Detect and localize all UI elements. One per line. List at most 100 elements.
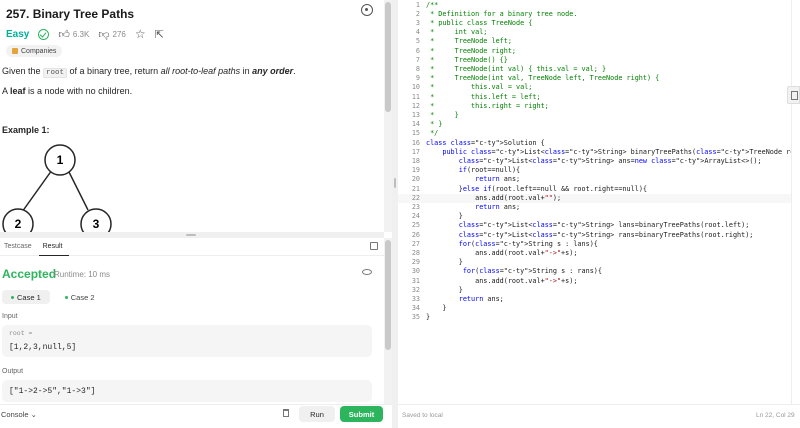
code-line[interactable]: 31 ans.add(root.val+"->"+s);	[398, 277, 791, 286]
scrollbar-thumb[interactable]	[385, 240, 391, 350]
line-text: public class="c-ty">List<class="c-ty">St…	[442, 147, 791, 156]
line-text: class="c-ty">List<class="c-ty">String> l…	[458, 221, 750, 230]
line-number: 32	[411, 285, 420, 294]
tab-result[interactable]: Result	[38, 238, 70, 256]
line-number: 8	[415, 64, 420, 73]
expand-icon[interactable]	[370, 242, 378, 250]
file-icon[interactable]	[787, 86, 800, 104]
line-text: * TreeNode(int val) { this.val = val; }	[426, 64, 607, 73]
result-status: Accepted	[2, 267, 57, 281]
code-line[interactable]: 10 * this.val = val;	[398, 83, 791, 92]
code-line[interactable]: 5 * TreeNode left;	[398, 37, 791, 46]
pass-dot-icon	[11, 295, 14, 299]
code-line[interactable]: 13 * }	[398, 111, 791, 120]
results-scrollbar[interactable]	[384, 238, 392, 404]
line-number: 27	[411, 239, 420, 248]
code-line[interactable]: 7 * TreeNode() {}	[398, 56, 791, 65]
line-text: }	[426, 212, 463, 221]
statement-text: in	[240, 66, 253, 76]
run-button[interactable]: Run	[299, 406, 335, 422]
console-toggle[interactable]: Console ⌄	[1, 410, 37, 419]
code-line[interactable]: 33 return ans;	[398, 295, 791, 304]
line-number: 28	[411, 248, 420, 257]
code-line[interactable]: 17 public class="c-ty">List<class="c-ty"…	[398, 148, 791, 157]
code-line[interactable]: 26 class="c-ty">List<class="c-ty">String…	[398, 231, 791, 240]
code-line[interactable]: 4 * int val;	[398, 28, 791, 37]
splitter-grip[interactable]	[394, 178, 396, 188]
code-line[interactable]: 1 /**	[398, 1, 791, 10]
eye-icon[interactable]	[362, 269, 372, 275]
code-line[interactable]: 15 */	[398, 129, 791, 138]
description-panel: 257. Binary Tree Paths Easy 👍︎ 6.3K 👎︎ 2…	[0, 0, 384, 232]
editor-scrollbar[interactable]	[791, 0, 800, 404]
code-line[interactable]: 12 * this.right = right;	[398, 102, 791, 111]
code-line[interactable]: 22 ans.add(root.val+"");	[398, 193, 791, 203]
tab-testcase[interactable]: Testcase	[0, 238, 39, 256]
code-line[interactable]: 28 ans.add(root.val+"->"+s);	[398, 249, 791, 258]
line-number: 19	[411, 166, 420, 175]
code-line[interactable]: 8 * TreeNode(int val) { this.val = val; …	[398, 65, 791, 74]
share-icon[interactable]: ⇱	[155, 28, 164, 41]
code-line[interactable]: 9 * TreeNode(int val, TreeNode left, Tre…	[398, 74, 791, 83]
code-line[interactable]: 11 * this.left = left;	[398, 93, 791, 102]
line-number: 9	[415, 74, 420, 83]
line-number: 33	[411, 294, 420, 303]
trash-icon[interactable]	[283, 409, 289, 417]
left-panel: 257. Binary Tree Paths Easy 👍︎ 6.3K 👎︎ 2…	[0, 0, 392, 428]
like-count: 6.3K	[72, 29, 90, 39]
code-line[interactable]: 34 }	[398, 304, 791, 313]
case-tab-1[interactable]: Case 1	[2, 290, 50, 304]
line-text: }	[426, 258, 463, 267]
code-line[interactable]: 16 class class="c-ty">Solution {	[398, 139, 791, 148]
problem-statement: Given the root of a binary tree, return …	[2, 66, 296, 78]
code-line[interactable]: 29 }	[398, 258, 791, 267]
difficulty-badge: Easy	[6, 28, 30, 40]
case-tab-2[interactable]: Case 2	[56, 290, 104, 304]
line-text: /**	[426, 0, 439, 9]
dislike-count: 276	[112, 29, 126, 39]
code-line[interactable]: 35}	[398, 313, 791, 322]
tree-edge	[21, 169, 53, 213]
inline-code: root	[43, 68, 68, 78]
line-text: * TreeNode right;	[426, 46, 517, 55]
code-line[interactable]: 20 return ans;	[398, 175, 791, 184]
thumbs-down-icon: 👎︎	[98, 28, 110, 41]
line-number: 2	[415, 9, 420, 18]
line-number: 13	[411, 110, 420, 119]
like-button[interactable]: 👍︎ 6.3K	[58, 28, 89, 41]
output-box: ["1->2->5","1->3"]	[2, 380, 372, 402]
check-circle-icon	[38, 28, 50, 40]
code-line[interactable]: 30 for(class="c-ty">String s : rans){	[398, 267, 791, 276]
splitter-grip[interactable]	[186, 234, 196, 236]
line-number: 25	[411, 221, 420, 230]
code-editor[interactable]: 1 /** 2 * Definition for a binary tree nod…	[398, 0, 791, 404]
line-number: 24	[411, 212, 420, 221]
line-number: 1	[415, 0, 420, 9]
submit-button[interactable]: Submit	[340, 406, 383, 422]
code-line[interactable]: 6 * TreeNode right;	[398, 47, 791, 56]
scrollbar-thumb[interactable]	[385, 2, 391, 112]
input-value: [1,2,3,null,5]	[9, 343, 77, 352]
code-line[interactable]: 3 * public class TreeNode {	[398, 19, 791, 28]
companies-button[interactable]: Companies	[6, 45, 63, 57]
line-number: 21	[411, 184, 420, 193]
line-number: 7	[415, 55, 420, 64]
code-line[interactable]: 32 }	[398, 286, 791, 295]
code-line[interactable]: 19 if(root==null){	[398, 166, 791, 175]
code-line[interactable]: 23 return ans;	[398, 203, 791, 212]
code-line[interactable]: 18 class="c-ty">List<class="c-ty">String…	[398, 157, 791, 166]
gear-icon[interactable]	[361, 4, 373, 16]
code-line[interactable]: 2 * Definition for a binary tree node.	[398, 10, 791, 19]
code-line[interactable]: 21 }else if(root.left==null && root.righ…	[398, 185, 791, 194]
code-line[interactable]: 25 class="c-ty">List<class="c-ty">String…	[398, 221, 791, 230]
description-scrollbar[interactable]	[384, 0, 392, 232]
line-number: 26	[411, 230, 420, 239]
code-line[interactable]: 14 * }	[398, 120, 791, 129]
code-line[interactable]: 27 for(class="c-ty">String s : lans){	[398, 240, 791, 249]
dislike-button[interactable]: 👎︎ 276	[98, 28, 126, 41]
statement-text: of a binary tree, return	[67, 66, 161, 76]
code-line[interactable]: 24 }	[398, 212, 791, 221]
example-tree-diagram: 1 2 3	[2, 144, 112, 232]
star-icon[interactable]: ☆	[135, 27, 146, 41]
line-text: * TreeNode left;	[426, 37, 512, 46]
